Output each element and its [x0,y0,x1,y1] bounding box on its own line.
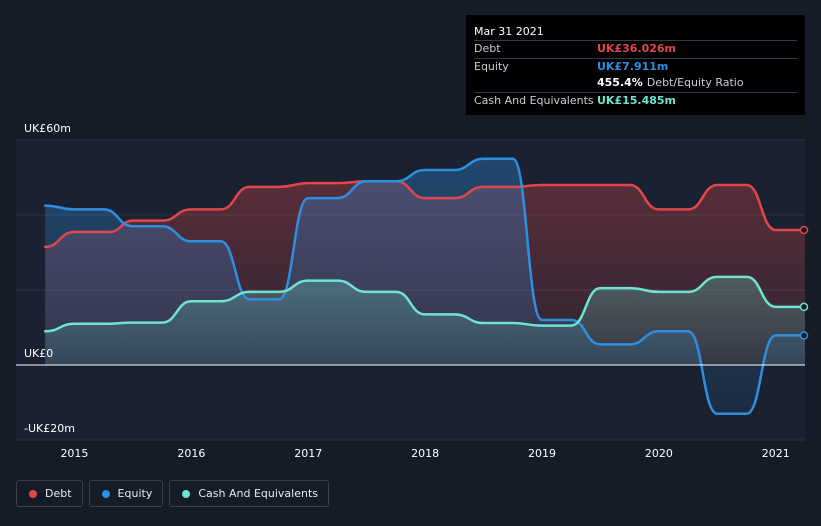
cash-endpoint-marker [799,302,809,312]
tooltip-equity-row: Equity UK£7.911m [474,57,797,76]
tooltip-equity-value: UK£7.911m [597,59,669,73]
equity-endpoint-marker [799,331,809,340]
tooltip-cash-value: UK£15.485m [597,93,677,107]
x-tick-label: 2016 [177,447,205,460]
y-tick-label: UK£60m [24,122,71,135]
legend-label-cash: Cash And Equivalents [198,487,318,500]
tooltip-debt-value: UK£36.026m [597,42,677,55]
legend-label-debt: Debt [45,487,72,500]
tooltip-debt-row: Debt UK£36.026m [474,40,797,58]
legend-dot-equity [101,489,110,498]
legend-item-cash[interactable]: Cash And Equivalents [169,480,329,507]
tooltip-ratio-value: 455.4% [597,76,643,89]
tooltip-ratio-row: 455.4% Debt/Equity Ratio [474,75,797,92]
y-tick-label: -UK£20m [24,422,75,435]
x-axis-labels: 2015 2016 2017 2018 2019 2020 2021 [60,447,789,460]
tooltip-equity-label: Equity [474,59,509,73]
tooltip-debt-label: Debt [474,42,501,55]
tooltip-cash-label: Cash And Equivalents [474,93,594,107]
legend-dot-debt [29,489,37,498]
legend-dot-cash [182,489,191,498]
x-tick-label: 2018 [411,447,439,460]
legend-item-equity[interactable]: Equity [88,480,164,507]
legend-label-equity: Equity [117,487,153,500]
x-tick-label: 2017 [294,447,322,460]
tooltip-ratio-label: Debt/Equity Ratio [646,76,744,89]
tooltip-panel: Mar 31 2021 Debt UK£36.026m Equity UK£7.… [466,15,805,115]
x-tick-label: 2015 [60,447,88,460]
chart-legend: Debt Equity Cash And Equivalents [16,480,329,507]
legend-item-debt[interactable]: Debt [16,480,83,507]
y-tick-label: UK£0 [24,347,53,360]
x-tick-label: 2019 [528,447,556,460]
x-tick-label: 2020 [645,447,673,460]
tooltip-cash-row: Cash And Equivalents UK£15.485m [474,91,797,110]
debt-endpoint-marker [799,225,809,235]
tooltip-date: Mar 31 2021 [474,25,544,38]
x-tick-label: 2021 [762,447,790,460]
